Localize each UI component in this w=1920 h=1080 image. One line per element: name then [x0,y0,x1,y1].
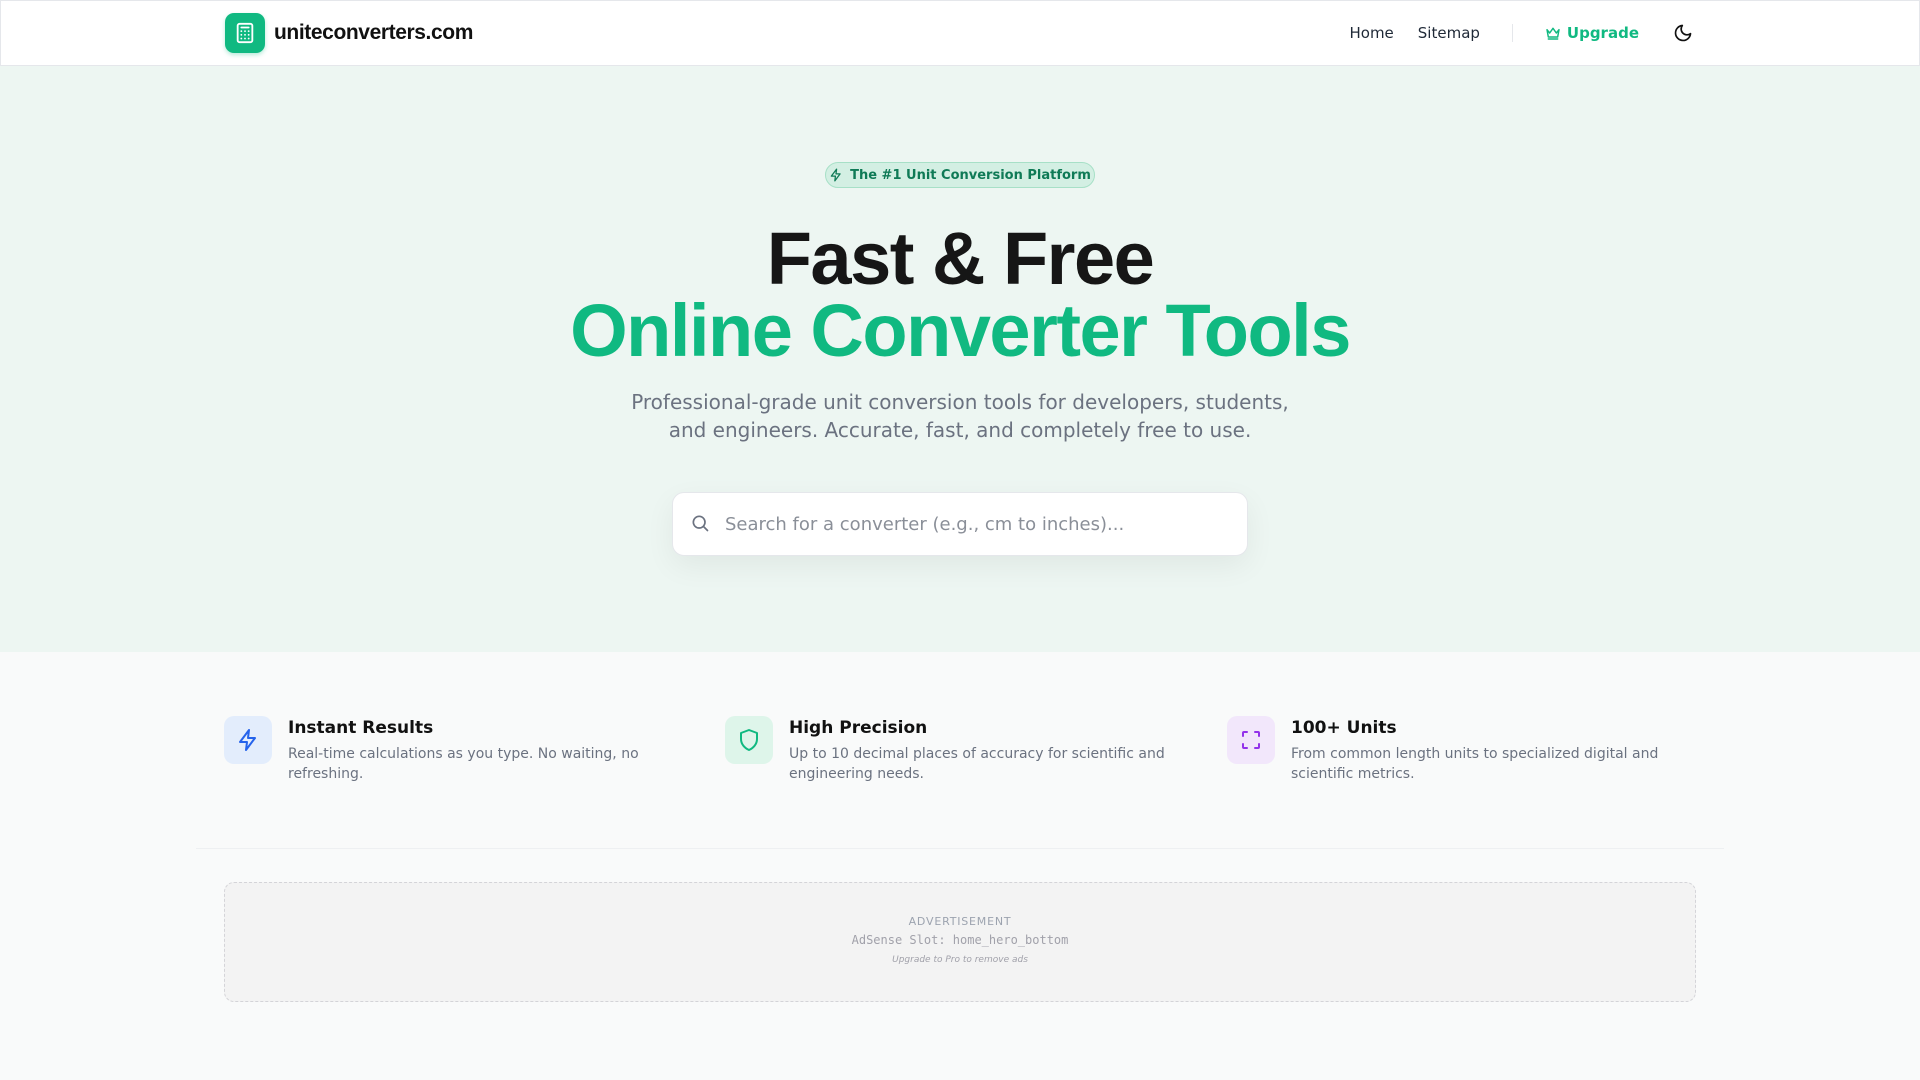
feature-text: High Precision Up to 10 decimal places o… [789,716,1179,784]
nav-home-link[interactable]: Home [1349,24,1393,42]
platform-badge: The #1 Unit Conversion Platform [825,162,1095,188]
hero-title-line1: Fast & Free [766,217,1155,300]
hero-section: The #1 Unit Conversion Platform Fast & F… [0,66,1920,652]
hero-subtitle: Professional-grade unit conversion tools… [631,390,1289,442]
ad-label: ADVERTISEMENT [908,915,1012,928]
feature-text: Instant Results Real-time calculations a… [288,716,678,784]
hero-title-line2: Online Converter Tools [570,289,1351,372]
feature-desc: Real-time calculations as you type. No w… [288,746,639,782]
crown-icon [1546,27,1560,40]
section-divider [196,848,1724,849]
calculator-icon [225,13,265,53]
upgrade-button[interactable]: Upgrade [1545,24,1639,42]
feature-desc: Up to 10 decimal places of accuracy for … [789,746,1165,782]
lightning-icon [224,716,272,764]
scan-icon [1227,716,1275,764]
moon-icon [1674,24,1692,42]
top-header: uniteconverters.com Home Sitemap Upgrade [0,0,1920,66]
feature-units: 100+ Units From common length units to s… [1227,716,1687,784]
feature-desc: From common length units to specialized … [1291,746,1659,782]
ad-upgrade-note[interactable]: Upgrade to Pro to remove ads [225,955,1695,965]
shield-icon [725,716,773,764]
feature-title: 100+ Units [1291,718,1397,738]
nav-sitemap-link[interactable]: Sitemap [1418,24,1480,42]
ad-slot: ADVERTISEMENT AdSense Slot: home_hero_bo… [224,882,1696,1002]
search-icon [690,513,712,535]
feature-title: Instant Results [288,718,434,738]
sparkle-icon [830,168,841,182]
feature-high-precision: High Precision Up to 10 decimal places o… [725,716,1185,784]
feature-text: 100+ Units From common length units to s… [1291,716,1681,784]
feature-title: High Precision [789,718,928,738]
badge-text: The #1 Unit Conversion Platform [850,167,1091,183]
search-box[interactable] [672,492,1248,556]
nav-divider [1511,24,1513,42]
header-inner: uniteconverters.com Home Sitemap Upgrade [225,1,1695,65]
brand-link[interactable]: uniteconverters.com [225,13,473,53]
search-input[interactable] [725,513,1225,535]
ad-slot-id: AdSense Slot: home_hero_bottom [851,933,1069,947]
upgrade-label: Upgrade [1566,24,1639,42]
feature-instant-results: Instant Results Real-time calculations a… [224,716,684,784]
theme-toggle-button[interactable] [1671,21,1695,45]
brand-name: uniteconverters.com [274,21,473,44]
main-nav: Home Sitemap Upgrade [1325,21,1695,45]
